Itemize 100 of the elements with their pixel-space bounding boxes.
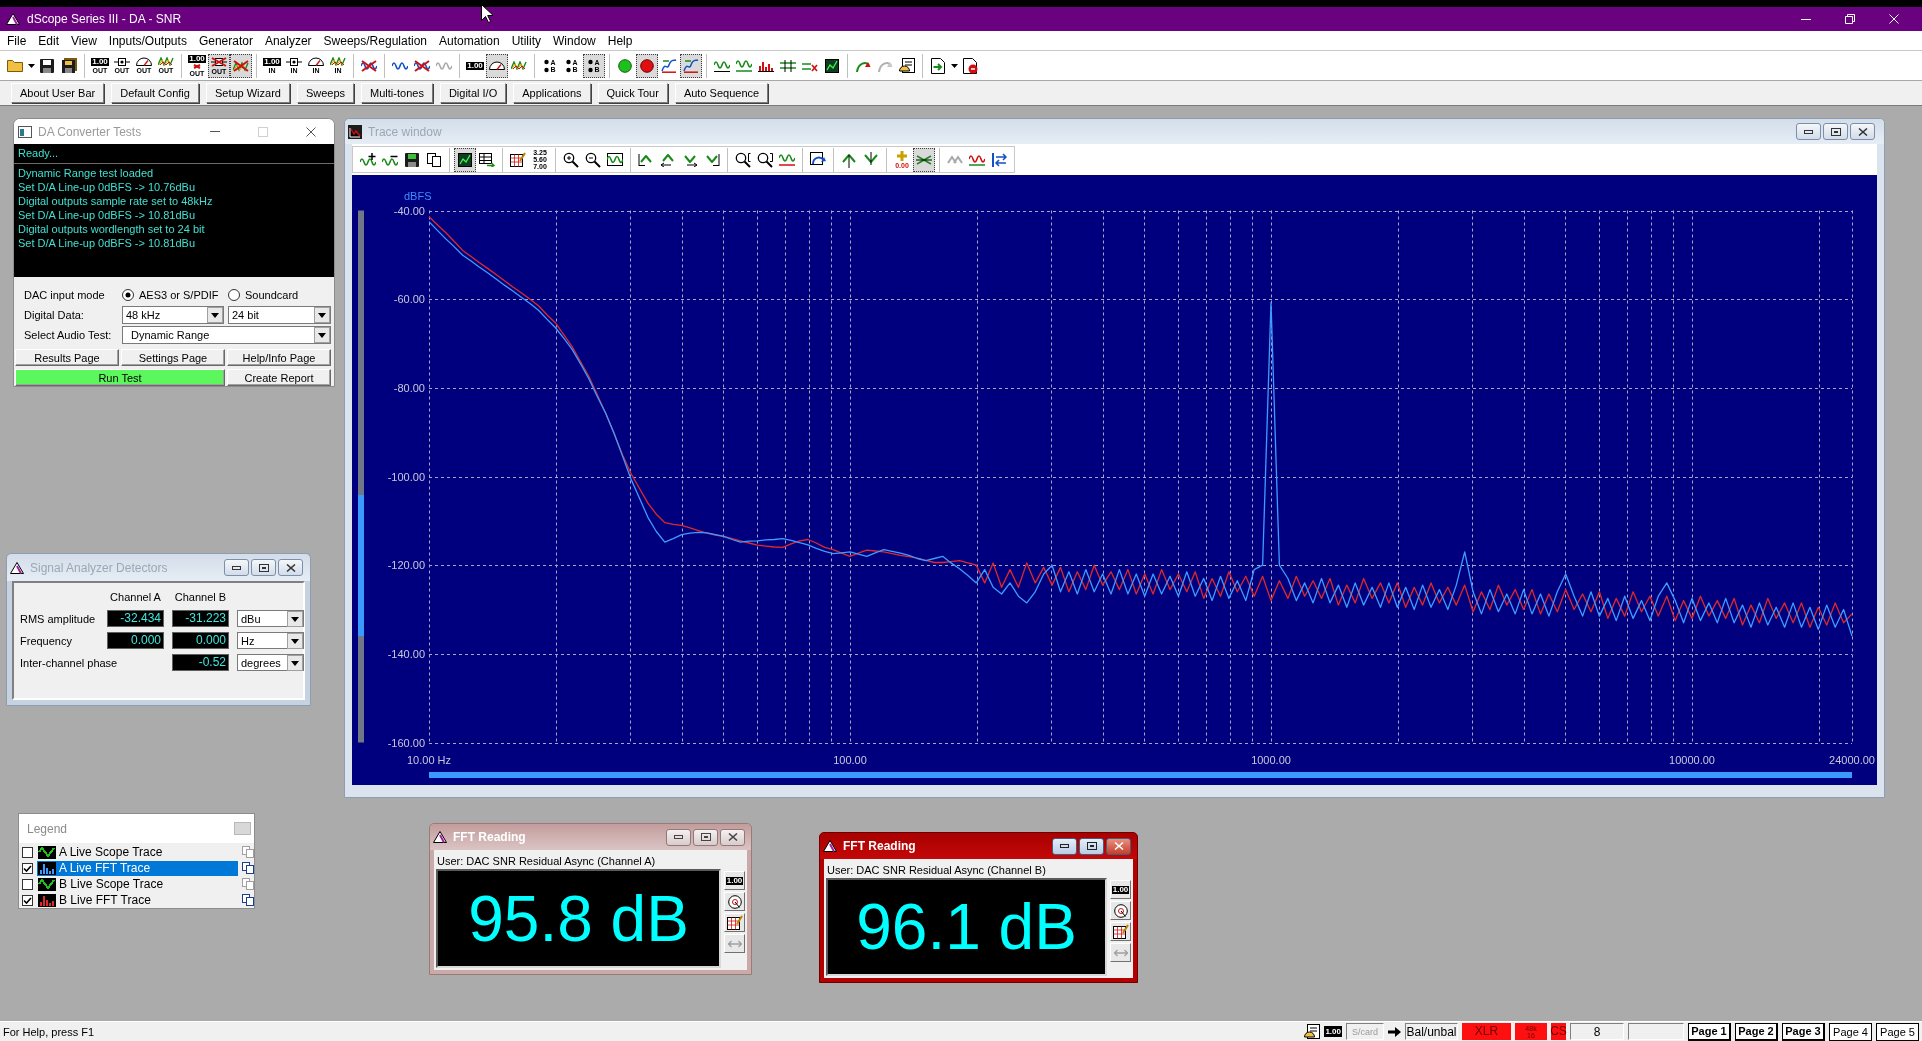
- menu-item[interactable]: Utility: [505, 33, 548, 48]
- row-label: Frequency: [20, 634, 73, 647]
- menu-item[interactable]: View: [65, 33, 103, 48]
- minimize-button[interactable]: [224, 559, 249, 576]
- channel-dots-icon: [566, 58, 572, 73]
- page-button[interactable]: Page 3: [1782, 1022, 1825, 1041]
- filled-circle-button[interactable]: [636, 53, 658, 78]
- crossed-arrows-button[interactable]: [913, 147, 935, 172]
- menu-item[interactable]: Automation: [433, 33, 506, 48]
- resize-arrows-button[interactable]: [724, 934, 745, 953]
- user-bar-button[interactable]: About User Bar: [11, 83, 105, 103]
- horizontal-scrollbar[interactable]: [429, 772, 1852, 778]
- restore-button[interactable]: [251, 559, 276, 576]
- radio-option[interactable]: AES3 or S/PDIF: [122, 289, 224, 301]
- menu-item[interactable]: Analyzer: [258, 33, 318, 48]
- run-test-button[interactable]: Run Test: [15, 369, 225, 386]
- target-dial-button[interactable]: [724, 892, 745, 911]
- restore-button[interactable]: [693, 828, 718, 846]
- status-field: S/card: [1346, 1023, 1384, 1040]
- user-bar-button[interactable]: Setup Wizard: [205, 83, 290, 103]
- pages-icon[interactable]: [242, 862, 254, 874]
- user-bar-button[interactable]: Quick Tour: [597, 83, 668, 103]
- y-tick-label: -80.00: [393, 381, 425, 394]
- word-length-select[interactable]: 24 bit: [228, 306, 331, 324]
- zoom-bracket-icon: [735, 151, 751, 168]
- gauge-icon: [308, 57, 324, 66]
- menu-item[interactable]: Sweeps/Regulation: [317, 33, 433, 48]
- page-button[interactable]: Page 2: [1735, 1022, 1778, 1041]
- legend-item[interactable]: A Live FFT Trace: [37, 860, 238, 876]
- legend-item[interactable]: A Live Scope Trace: [37, 844, 238, 860]
- close-button[interactable]: [278, 559, 303, 576]
- legend-item[interactable]: B Live FFT Trace: [37, 892, 238, 908]
- meter-readout-button[interactable]: 1.00: [464, 53, 486, 78]
- checkbox[interactable]: [22, 894, 33, 906]
- menu-item[interactable]: Edit: [32, 33, 66, 48]
- crossed-wave-stack-button[interactable]: [230, 53, 252, 78]
- checkbox[interactable]: [22, 878, 33, 890]
- user-bar-button[interactable]: Default Config: [111, 83, 199, 103]
- action-button[interactable]: Create Report: [227, 369, 331, 386]
- checkbox[interactable]: [22, 862, 33, 874]
- action-button[interactable]: Settings Page: [121, 349, 225, 366]
- menu-item[interactable]: File: [1, 33, 33, 48]
- user-bar-button[interactable]: Sweeps: [296, 83, 355, 103]
- reading-value: 95.8 dB: [436, 869, 721, 968]
- menu-item[interactable]: Inputs/Outputs: [102, 33, 193, 48]
- reading-source: User: DAC SNR Residual Async (Channel A): [436, 854, 657, 869]
- legend-item[interactable]: B Live Scope Trace: [37, 876, 238, 892]
- sweep-curve-button[interactable]: [680, 53, 702, 78]
- menu-item[interactable]: Generator: [192, 33, 259, 48]
- cross-icon: [193, 63, 201, 69]
- menu-item[interactable]: Window: [547, 33, 602, 48]
- minimize-icon: [1060, 844, 1069, 848]
- close-button[interactable]: [1106, 837, 1131, 855]
- minimize-button[interactable]: [1052, 837, 1077, 855]
- page-button[interactable]: Page 4: [1829, 1022, 1872, 1041]
- gauge-button[interactable]: [486, 53, 508, 78]
- graph-panel-button[interactable]: [454, 147, 476, 172]
- document-arrow-icon: [931, 57, 945, 74]
- close-button[interactable]: [720, 828, 745, 846]
- user-bar-button[interactable]: Applications: [513, 83, 591, 103]
- audio-test-select[interactable]: Dynamic Range: [122, 326, 331, 344]
- minimize-button[interactable]: [1796, 123, 1821, 140]
- user-bar-button[interactable]: Digital I/O: [439, 83, 507, 103]
- page-button[interactable]: Page 1: [1688, 1022, 1731, 1041]
- menu-item[interactable]: Help: [601, 33, 639, 48]
- resize-arrows-icon: [1113, 948, 1128, 957]
- minimize-icon: [232, 565, 241, 570]
- pages-icon[interactable]: [242, 894, 254, 906]
- meter-readout-button[interactable]: 1.00: [1110, 880, 1131, 899]
- graph-panel-icon: [458, 152, 472, 167]
- table-pencil-icon: [726, 915, 743, 930]
- user-bar-button[interactable]: Auto Sequence: [674, 83, 769, 103]
- page-button[interactable]: Page 5: [1876, 1022, 1919, 1041]
- y-tick-label: -120.00: [387, 559, 425, 572]
- spectrum-icon: [38, 893, 56, 907]
- unit-select[interactable]: dBu: [237, 610, 304, 627]
- sample-rate-select[interactable]: 48 kHz: [122, 306, 224, 324]
- boxed-wave-icon: [607, 153, 623, 166]
- minimize-button[interactable]: [666, 828, 691, 846]
- meter-readout-button[interactable]: 1.00: [724, 871, 745, 890]
- zoom-in-icon: [563, 151, 579, 168]
- waveform-icon: [38, 877, 56, 891]
- unit-select[interactable]: Hz: [237, 632, 304, 649]
- restore-button[interactable]: [1823, 123, 1848, 140]
- user-bar-button[interactable]: Multi-tones: [361, 83, 433, 103]
- close-button[interactable]: [1850, 123, 1875, 140]
- action-button[interactable]: Results Page: [15, 349, 119, 366]
- table-pencil-button[interactable]: [724, 913, 745, 932]
- radio-option[interactable]: Soundcard: [228, 289, 331, 301]
- action-button[interactable]: Help/Info Page: [227, 349, 331, 366]
- target-dial-button[interactable]: [1110, 901, 1131, 920]
- unit-select[interactable]: degrees: [237, 654, 304, 671]
- crossed-connector-icon: [211, 56, 227, 67]
- vertical-scrollbar[interactable]: [358, 210, 364, 743]
- resize-arrows-button[interactable]: [1110, 943, 1131, 962]
- y-tick-label: -160.00: [387, 736, 425, 749]
- status-field: [1628, 1023, 1684, 1040]
- restore-button[interactable]: [1079, 837, 1104, 855]
- table-pencil-button[interactable]: [1110, 922, 1131, 941]
- checkbox[interactable]: [22, 846, 33, 858]
